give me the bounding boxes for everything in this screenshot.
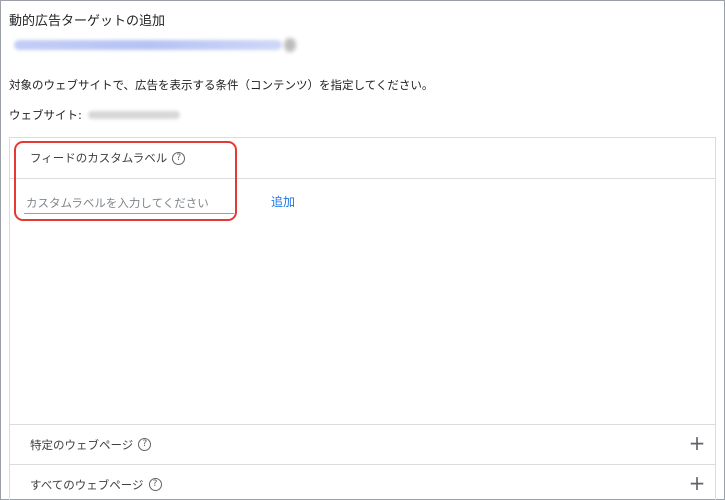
page-title: 動的広告ターゲットの追加: [9, 14, 166, 29]
blurred-website-value: [88, 111, 180, 119]
help-icon[interactable]: ?: [138, 438, 152, 451]
add-button[interactable]: 追加: [271, 193, 295, 210]
expand-plus-icon[interactable]: +: [687, 473, 707, 493]
highlight-annotation-box: [14, 141, 237, 221]
section-specific-webpages-label: 特定のウェブページ: [30, 437, 134, 452]
section-all-webpages-label: すべてのウェブページ: [30, 477, 144, 492]
expand-plus-icon[interactable]: +: [687, 433, 707, 453]
section-label: すべてのウェブページ ?: [30, 477, 162, 493]
blurred-url-icon: [284, 38, 296, 52]
instruction-text: 対象のウェブサイトで、広告を表示する条件（コンテンツ）を指定してください。: [9, 78, 434, 92]
blurred-url-link[interactable]: [14, 40, 282, 50]
section-specific-webpages[interactable]: 特定のウェブページ ? +: [10, 424, 715, 464]
website-label: ウェブサイト:: [9, 108, 82, 122]
help-icon[interactable]: ?: [148, 478, 162, 491]
section-all-webpages[interactable]: すべてのウェブページ ? +: [10, 464, 715, 500]
section-label: 特定のウェブページ ?: [30, 437, 152, 453]
